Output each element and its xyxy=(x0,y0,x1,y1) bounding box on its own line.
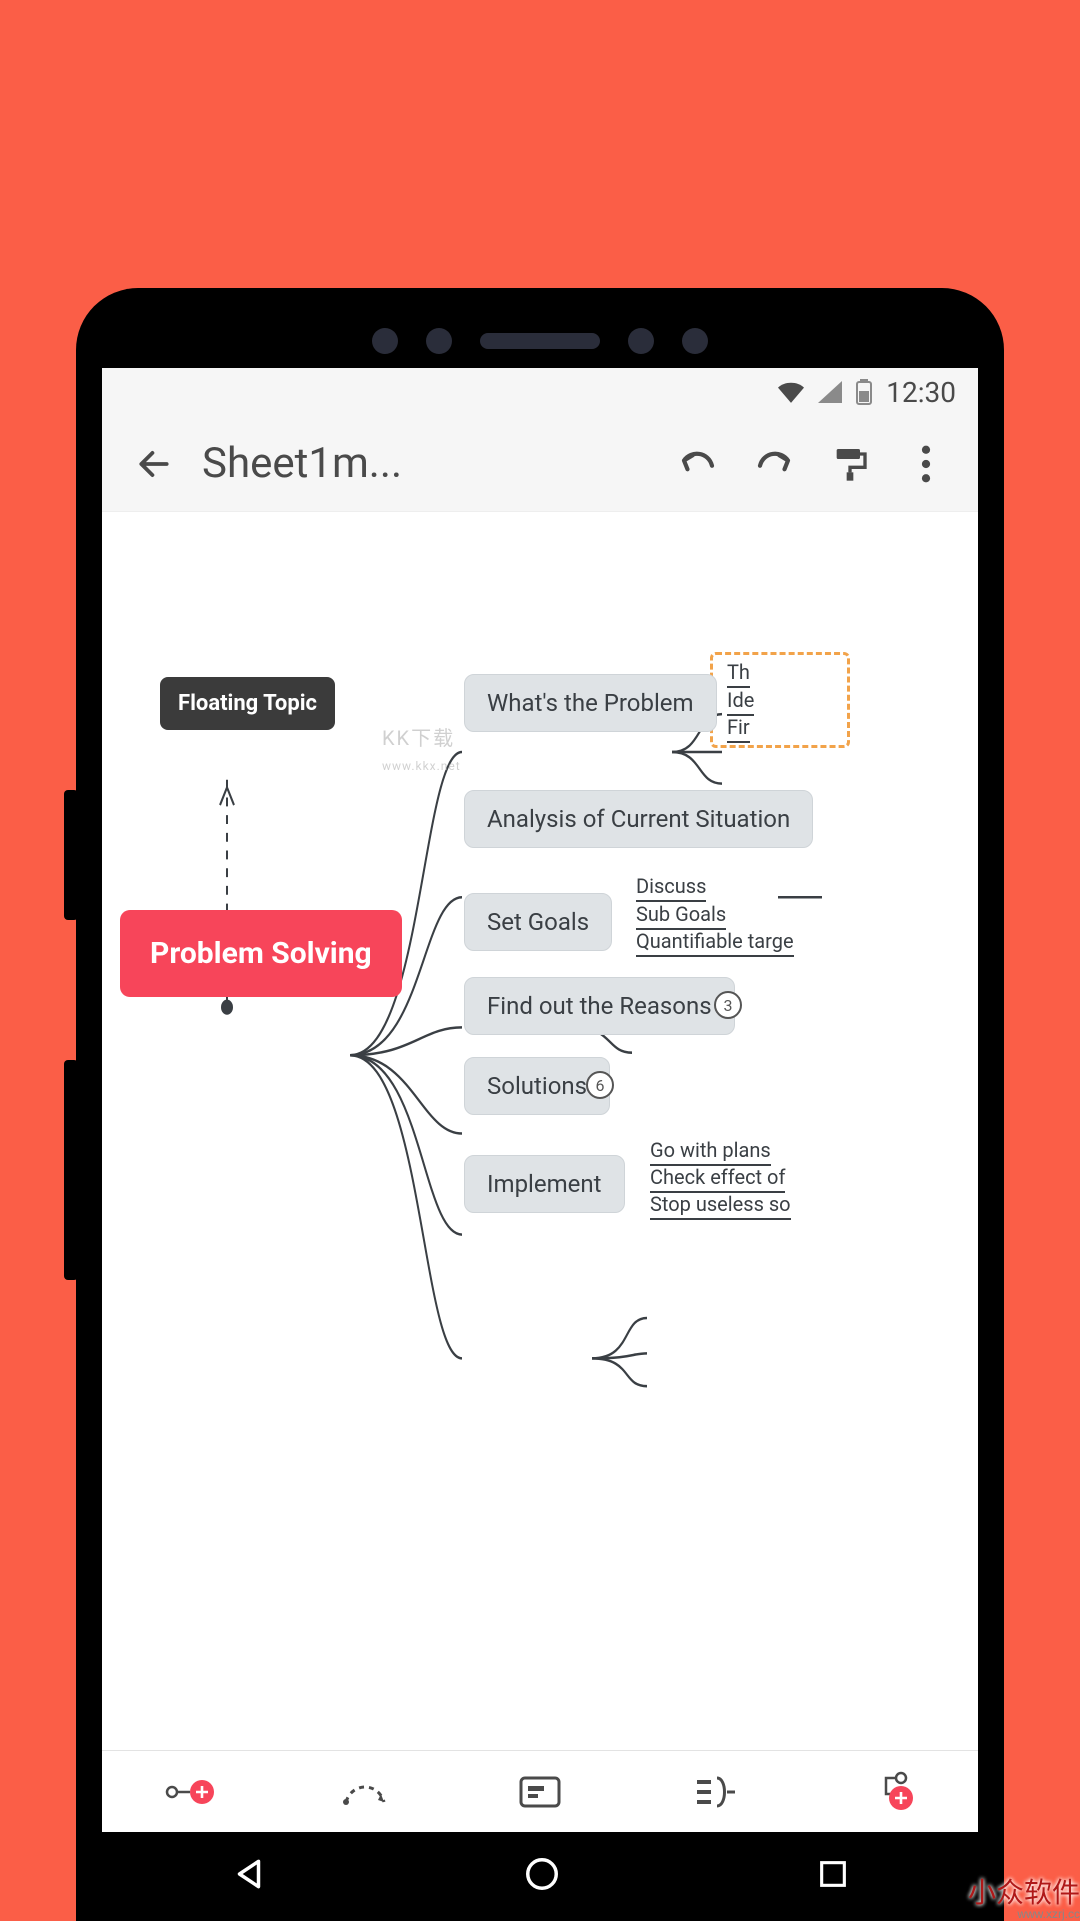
watermark: KK下载 www.kkx.net xyxy=(382,722,461,775)
status-bar: 12:30 xyxy=(102,368,978,416)
branch-node[interactable]: What's the Problem xyxy=(464,674,717,732)
paint-roller-icon xyxy=(830,444,870,484)
wifi-icon xyxy=(778,381,804,403)
branch-node[interactable]: Find out the Reasons xyxy=(464,977,735,1035)
nav-back-button[interactable] xyxy=(230,1855,268,1897)
leaf-node[interactable]: Sub Goals xyxy=(636,902,726,930)
floating-topic-node[interactable]: Floating Topic xyxy=(160,677,335,730)
android-nav-bar xyxy=(102,1832,978,1920)
site-watermark-text: 小众软件 xyxy=(968,1878,1080,1909)
add-note-button[interactable] xyxy=(510,1762,570,1822)
add-subtopic-icon xyxy=(865,1770,915,1814)
battery-icon xyxy=(856,379,872,405)
relation-icon xyxy=(340,1772,390,1812)
more-vert-icon xyxy=(921,445,931,483)
add-summary-button[interactable] xyxy=(685,1762,745,1822)
site-watermark-url: www.xzrj.cc xyxy=(968,1908,1080,1920)
leaf-node[interactable]: Go with plans xyxy=(650,1138,771,1166)
summary-icon xyxy=(693,1772,737,1812)
triangle-back-icon xyxy=(230,1855,268,1893)
branch-node[interactable]: Analysis of Current Situation xyxy=(464,790,813,848)
phone-side-button xyxy=(64,1060,78,1280)
leaf-node[interactable]: Stop useless so xyxy=(650,1192,791,1220)
root-node[interactable]: Problem Solving xyxy=(120,910,402,997)
child-count-badge[interactable]: 3 xyxy=(714,991,742,1019)
redo-button[interactable] xyxy=(746,436,802,492)
add-node-icon xyxy=(164,1772,216,1812)
leaf-node[interactable]: Ide xyxy=(727,688,754,716)
redo-icon xyxy=(753,443,795,485)
cell-signal-icon xyxy=(818,381,842,403)
watermark-url: www.kkx.net xyxy=(382,759,461,773)
square-recent-icon xyxy=(816,1857,850,1891)
add-topic-button[interactable] xyxy=(160,1762,220,1822)
phone-frame: 12:30 Sheet1m... xyxy=(78,290,1002,1920)
bottom-toolbar xyxy=(102,1750,978,1832)
watermark-text: KK下载 xyxy=(382,726,455,750)
site-watermark: 小众软件 www.xzrj.cc xyxy=(968,1880,1080,1920)
child-count-badge[interactable]: 6 xyxy=(586,1071,614,1099)
add-subtopic-button[interactable] xyxy=(860,1762,920,1822)
nav-home-button[interactable] xyxy=(523,1855,561,1897)
branch-node[interactable]: Set Goals xyxy=(464,893,612,951)
style-button[interactable] xyxy=(822,436,878,492)
note-icon xyxy=(518,1774,562,1810)
app-bar: Sheet1m... xyxy=(102,416,978,512)
app-screen: 12:30 Sheet1m... xyxy=(102,368,978,1920)
undo-icon xyxy=(677,443,719,485)
nav-recent-button[interactable] xyxy=(816,1857,850,1895)
mindmap-canvas[interactable]: Floating Topic Problem Solving What's th… xyxy=(102,512,978,1750)
leaf-node[interactable]: Discuss xyxy=(636,874,706,902)
phone-side-button xyxy=(64,790,78,920)
page-title: Sheet1m... xyxy=(202,439,650,488)
undo-button[interactable] xyxy=(670,436,726,492)
leaf-node[interactable]: Check effect of xyxy=(650,1165,785,1193)
leaf-node[interactable]: Fir xyxy=(727,715,750,743)
branch-node[interactable]: Implement xyxy=(464,1155,625,1213)
leaf-node[interactable]: Th xyxy=(727,660,750,688)
leaf-node[interactable]: Quantifiable targe xyxy=(636,929,794,957)
back-button[interactable] xyxy=(126,436,182,492)
circle-home-icon xyxy=(523,1855,561,1893)
arrow-left-icon xyxy=(135,445,173,483)
phone-sensors xyxy=(78,326,1002,356)
add-relationship-button[interactable] xyxy=(335,1762,395,1822)
more-button[interactable] xyxy=(898,436,954,492)
status-time: 12:30 xyxy=(886,376,956,409)
